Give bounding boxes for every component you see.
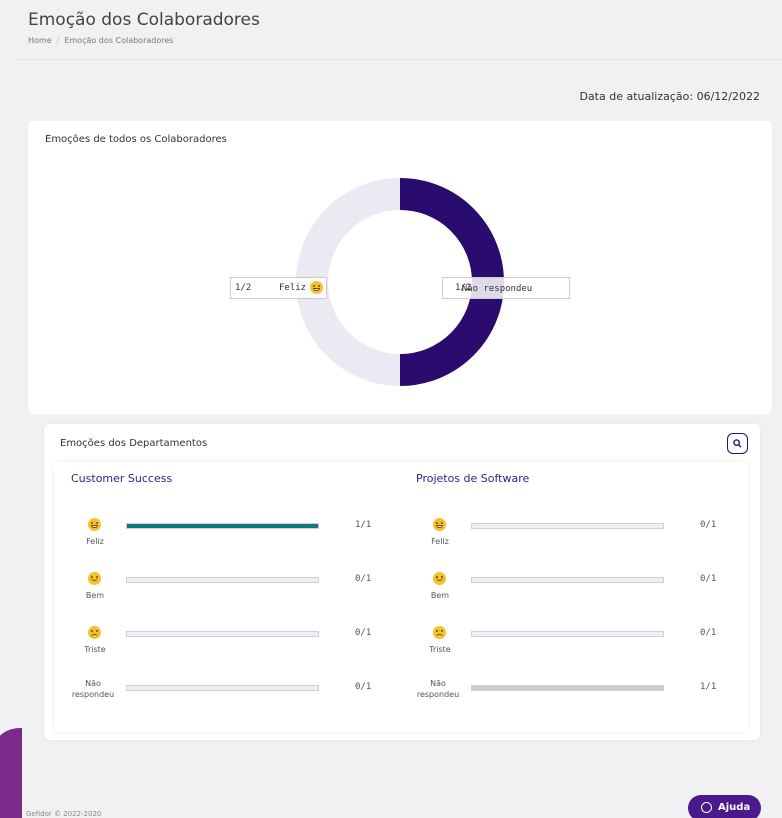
grin-emoji-icon xyxy=(88,518,101,531)
emotion-progress-bar xyxy=(126,685,319,691)
help-button-label: Ajuda xyxy=(718,802,751,813)
search-icon xyxy=(733,439,742,448)
emotion-count: 0/1 xyxy=(700,520,717,530)
grin-emoji-icon xyxy=(433,518,446,531)
emotion-count: 0/1 xyxy=(700,628,717,638)
slice-label-nao-respondeu: 1/2 Não respondeu xyxy=(442,277,570,299)
breadcrumb-home-link[interactable]: Home xyxy=(28,36,52,45)
emotion-count: 1/1 xyxy=(700,682,717,692)
emotion-label: Feliz xyxy=(431,537,449,546)
breadcrumb: Home / Emoção dos Colaboradores xyxy=(28,36,173,45)
emotion-label: Bem xyxy=(85,591,105,600)
emotion-progress-bar xyxy=(126,577,319,583)
slice-fraction: 1/2 xyxy=(235,283,252,293)
emotion-label: Triste xyxy=(429,645,451,654)
emotion-row: Feliz 0/1 xyxy=(410,518,740,558)
emotion-progress-bar xyxy=(471,577,664,583)
update-date: Data de atualização: 06/12/2022 xyxy=(579,90,760,103)
department-emotions-card: Emoções dos Departamentos Customer Succe… xyxy=(44,424,760,740)
emotion-progress-bar xyxy=(126,523,319,529)
sad-emoji-icon xyxy=(88,626,101,639)
department-column: Projetos de Software Feliz 0/1 Bem 0/1 Triste… xyxy=(410,472,740,732)
emotion-row: Não respondeu 0/1 xyxy=(65,679,395,720)
slice-name: Não respondeu xyxy=(461,284,533,294)
emotion-row: Não respondeu 1/1 xyxy=(410,679,740,720)
footer-copyright: Gefidor © 2022-2020 xyxy=(26,810,102,818)
overall-emotions-title: Emoções de todos os Colaboradores xyxy=(45,134,227,145)
emotion-row: Triste 0/1 xyxy=(410,626,740,666)
emotion-row: Bem 0/1 xyxy=(65,572,395,612)
smile-emoji-icon xyxy=(88,572,101,585)
department-emotions-title: Emoções dos Departamentos xyxy=(60,438,208,449)
emotion-row: Bem 0/1 xyxy=(410,572,740,612)
breadcrumb-current: Emoção dos Colaboradores xyxy=(64,36,174,45)
emotion-count: 0/1 xyxy=(355,628,372,638)
emotion-progress-bar xyxy=(471,685,664,691)
emotion-count: 1/1 xyxy=(355,520,372,530)
chat-bubble-icon xyxy=(701,802,712,813)
emotion-label: Feliz xyxy=(86,537,104,546)
slice-label-feliz: 1/2 Feliz xyxy=(230,277,327,299)
department-column: Customer Success Feliz 1/1 Bem 0/1 Triste 0/1 N… xyxy=(65,472,395,732)
decorative-shape xyxy=(0,728,22,818)
slice-name: Feliz xyxy=(279,283,307,293)
help-button[interactable]: Ajuda xyxy=(688,795,761,818)
emotion-count: 0/1 xyxy=(355,682,372,692)
emotion-label: Não respondeu xyxy=(416,679,460,699)
department-name: Projetos de Software xyxy=(416,472,530,485)
emotion-row: Feliz 1/1 xyxy=(65,518,395,558)
department-list: Customer Success Feliz 1/1 Bem 0/1 Triste 0/1 N… xyxy=(54,462,748,732)
emotion-label: Bem xyxy=(430,591,450,600)
overall-emotions-card: Emoções de todos os Colaboradores 1/2 Fe… xyxy=(28,121,772,414)
search-button[interactable] xyxy=(727,433,748,454)
emotion-progress-fill xyxy=(472,686,663,690)
emotion-count: 0/1 xyxy=(355,574,372,584)
emotion-label: Triste xyxy=(84,645,106,654)
department-name: Customer Success xyxy=(71,472,173,485)
emotion-label: Não respondeu xyxy=(71,679,115,699)
page-header: Emoção dos Colaboradores Home / Emoção dos… xyxy=(14,0,782,60)
emotion-progress-bar xyxy=(471,631,664,637)
emotion-row: Triste 0/1 xyxy=(65,626,395,666)
sad-emoji-icon xyxy=(433,626,446,639)
grin-emoji-icon xyxy=(310,281,323,294)
emotion-progress-bar xyxy=(126,631,319,637)
page-title: Emoção dos Colaboradores xyxy=(28,10,260,30)
smile-emoji-icon xyxy=(433,572,446,585)
emotion-progress-bar xyxy=(471,523,664,529)
breadcrumb-separator: / xyxy=(56,36,60,45)
emotion-count: 0/1 xyxy=(700,574,717,584)
emotion-progress-fill xyxy=(127,524,318,528)
